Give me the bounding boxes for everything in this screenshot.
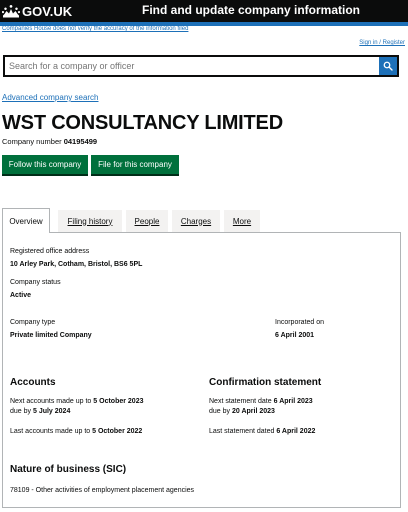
tab-label: Overview xyxy=(9,216,43,226)
govuk-logo[interactable]: GOV.UK xyxy=(2,2,72,20)
confirmation-last-date: 6 April 2022 xyxy=(276,428,316,435)
incorporated-label: Incorporated on xyxy=(275,319,325,326)
overview-panel: Registered office address 10 Arley Park,… xyxy=(2,232,401,508)
company-number-value: 04195499 xyxy=(63,137,98,146)
tab-more[interactable]: More xyxy=(224,210,260,232)
advanced-search-link[interactable]: Advanced company search xyxy=(2,93,99,102)
tab-filing-history[interactable]: Filing history xyxy=(58,210,122,232)
incorporated-value: 6 April 2001 xyxy=(275,332,315,339)
company-tabs: Overview Filing history People Charges M… xyxy=(2,208,402,233)
sic-heading: Nature of business (SIC) xyxy=(10,464,127,475)
sic-item: 78109 - Other activities of employment p… xyxy=(10,487,195,494)
confirmation-next-label: Next statement date xyxy=(209,398,272,405)
confirmation-due-label: due by xyxy=(209,408,231,415)
confirmation-next-date: 6 April 2023 xyxy=(273,398,313,405)
follow-company-button[interactable]: Follow this company xyxy=(2,155,88,174)
registered-office-value: 10 Arley Park, Cotham, Bristol, BS6 5PL xyxy=(10,261,143,268)
registered-office-label: Registered office address xyxy=(10,248,90,255)
tab-overview[interactable]: Overview xyxy=(2,208,50,233)
accounts-next: Next accounts made up to 5 October 2023 xyxy=(10,398,143,405)
accounts-last-date: 5 October 2022 xyxy=(92,428,143,435)
confirmation-heading: Confirmation statement xyxy=(209,377,322,388)
crown-icon xyxy=(2,5,20,18)
company-number-label: Company number xyxy=(2,137,62,146)
accounts-next-label: Next accounts made up to xyxy=(10,398,92,405)
search-bar xyxy=(3,55,399,77)
accounts-heading: Accounts xyxy=(10,377,56,388)
verification-notice-link[interactable]: Companies House does not verify the accu… xyxy=(2,26,188,32)
logo-text: GOV.UK xyxy=(22,3,73,19)
service-name[interactable]: Find and update company information xyxy=(142,3,360,17)
tab-label: Charges xyxy=(180,216,212,226)
confirmation-last-label: Last statement dated xyxy=(209,428,275,435)
confirmation-last: Last statement dated 6 April 2022 xyxy=(209,428,315,435)
search-icon xyxy=(383,61,393,71)
confirmation-due: due by 20 April 2023 xyxy=(209,408,275,415)
search-button[interactable] xyxy=(379,57,397,75)
company-name: WST CONSULTANCY LIMITED xyxy=(2,112,283,134)
confirmation-due-date: 20 April 2023 xyxy=(231,408,275,415)
accounts-due: due by 5 July 2024 xyxy=(10,408,70,415)
company-status-value: Active xyxy=(10,292,32,299)
accounts-next-date: 5 October 2023 xyxy=(93,398,144,405)
accounts-due-label: due by xyxy=(10,408,32,415)
tab-people[interactable]: People xyxy=(126,210,168,232)
accounts-last: Last accounts made up to 5 October 2022 xyxy=(10,428,142,435)
tab-label: People xyxy=(134,216,160,226)
file-for-company-button[interactable]: File for this company xyxy=(91,155,179,174)
confirmation-next: Next statement date 6 April 2023 xyxy=(209,398,313,405)
site-header: GOV.UK Find and update company informati… xyxy=(0,0,408,22)
search-input[interactable] xyxy=(5,57,380,75)
company-number: Company number 04195499 xyxy=(2,137,97,146)
tab-label: Filing history xyxy=(67,216,113,226)
tab-label: More xyxy=(232,216,252,226)
company-type-label: Company type xyxy=(10,319,56,326)
sign-in-link[interactable]: Sign in / Register xyxy=(359,40,405,46)
accounts-due-date: 5 July 2024 xyxy=(32,408,71,415)
company-type-value: Private limited Company xyxy=(10,332,92,339)
tab-charges[interactable]: Charges xyxy=(172,210,220,232)
company-status-label: Company status xyxy=(10,279,61,286)
accounts-last-label: Last accounts made up to xyxy=(10,428,91,435)
